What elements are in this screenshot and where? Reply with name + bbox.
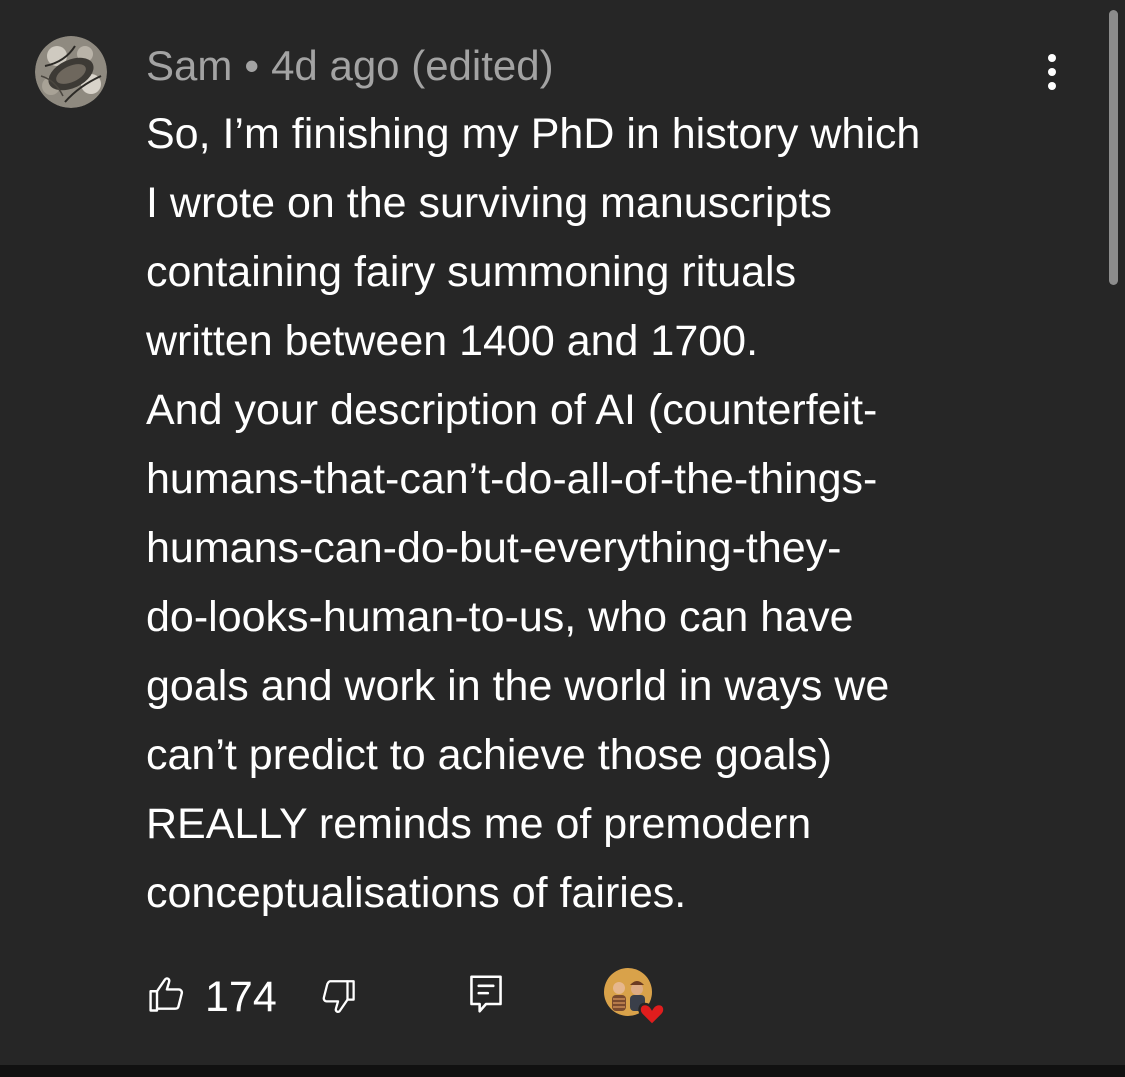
kebab-dot xyxy=(1048,68,1056,76)
comment-line: So, I’m finishing my PhD in history whic… xyxy=(146,110,921,158)
thumbs-up-icon xyxy=(149,977,184,1012)
kebab-dot xyxy=(1048,54,1056,62)
comment-line: do-looks-human-to-us, who can have xyxy=(146,593,854,641)
like-count: 174 xyxy=(205,973,277,1021)
thumbs-down-icon xyxy=(322,980,355,1013)
comment-line: containing fairy summoning rituals xyxy=(146,248,797,296)
avatar-image xyxy=(35,36,107,108)
comment-line: I wrote on the surviving manuscripts xyxy=(146,179,832,227)
comment-line: conceptualisations of fairies. xyxy=(146,869,687,917)
comment-meta: Sam • 4d ago (edited) xyxy=(146,40,554,92)
comment-line: REALLY reminds me of premodern xyxy=(146,800,812,848)
comment-page: Sam • 4d ago (edited) So, I’m finishing my… xyxy=(0,0,1125,1077)
creator-heart-icon xyxy=(638,1002,666,1027)
like-button[interactable] xyxy=(146,972,190,1021)
comment-timestamp: 4d ago (edited) xyxy=(271,42,554,89)
comment-actions: 174 xyxy=(0,962,1125,1032)
kebab-dot xyxy=(1048,82,1056,90)
comment-line: written between 1400 and 1700. xyxy=(146,317,759,365)
comment-line: humans-that-can’t-do-all-of-the-things- xyxy=(146,455,878,503)
comment-text: So, I’m finishing my PhD in history whic… xyxy=(146,100,1046,928)
more-options-icon[interactable] xyxy=(1030,50,1074,94)
comment-line: And your description of AI (counterfeit- xyxy=(146,386,878,434)
dislike-button[interactable] xyxy=(316,976,358,1023)
reply-comment-icon xyxy=(470,975,502,1013)
scrollbar[interactable] xyxy=(1109,10,1118,285)
meta-separator: • xyxy=(244,42,260,89)
comment-line: humans-can-do-but-everything-they- xyxy=(146,524,842,572)
reply-button[interactable] xyxy=(466,972,506,1021)
author-name[interactable]: Sam xyxy=(146,42,232,89)
comment-line: goals and work in the world in ways we xyxy=(146,662,890,710)
author-avatar[interactable] xyxy=(35,36,107,108)
creator-heart-badge xyxy=(604,968,668,1033)
bottom-edge xyxy=(0,1065,1125,1077)
comment-line: can’t predict to achieve those goals) xyxy=(146,731,833,779)
